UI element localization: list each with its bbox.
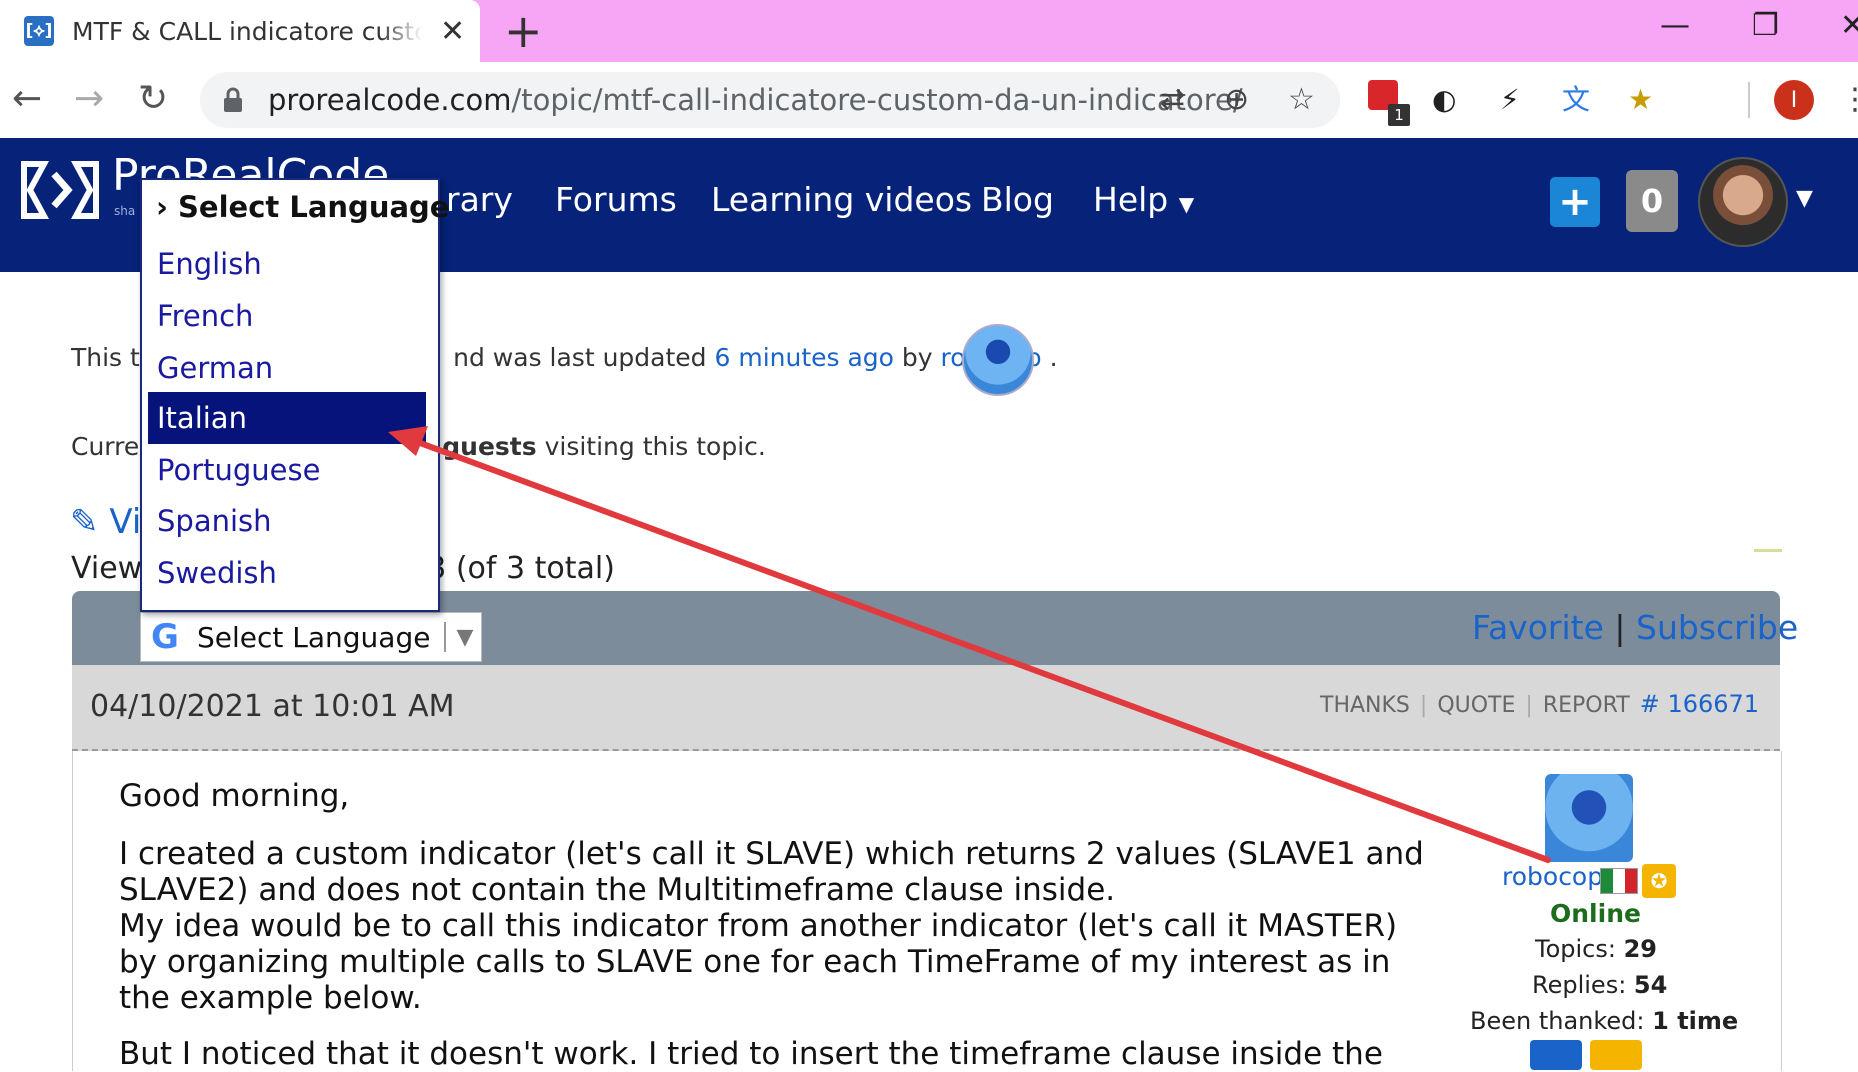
post-date: 04/10/2021 at 10:01 AM <box>90 689 455 724</box>
lightning-icon[interactable]: ⚡ <box>1500 80 1520 120</box>
post-line: Good morning, <box>119 778 350 814</box>
updater-avatar[interactable] <box>962 324 1034 396</box>
lock-icon <box>224 87 242 112</box>
author-thanked: Been thanked: 1 time <box>1470 1007 1739 1035</box>
post-line: the example below. <box>119 980 422 1016</box>
language-option-italian[interactable]: Italian <box>148 392 426 444</box>
report-link[interactable]: REPORT <box>1543 693 1630 718</box>
user-avatar[interactable] <box>1698 157 1788 247</box>
browser-tab-active[interactable]: [⟡] MTF & CALL indicatore custom da un i… <box>0 0 480 62</box>
thanks-link[interactable]: THANKS <box>1320 693 1410 718</box>
quote-link[interactable]: QUOTE <box>1437 693 1515 718</box>
tab-close-icon[interactable]: ✕ <box>440 14 465 49</box>
restore-icon[interactable]: ❐ <box>1752 6 1779 46</box>
post-line: by organizing multiple calls to SLAVE on… <box>119 944 1391 980</box>
language-option-portuguese[interactable]: Portuguese <box>148 444 426 496</box>
author-badge-icon <box>1530 1040 1582 1070</box>
back-icon[interactable]: ← <box>12 76 42 122</box>
minimize-icon[interactable]: — <box>1660 6 1690 46</box>
author-avatar[interactable] <box>1545 774 1633 862</box>
site-favicon-icon: [⟡] <box>24 16 54 46</box>
nav-help[interactable]: Help ▼ <box>1093 178 1194 226</box>
last-updated-link[interactable]: 6 minutes ago <box>714 343 893 372</box>
language-option-english[interactable]: English <box>148 238 426 290</box>
subscribe-link[interactable]: Subscribe <box>1636 608 1798 647</box>
translate-extension-icon[interactable]: 文 <box>1562 80 1590 120</box>
dropdown-arrow-icon: ▼ <box>456 624 474 650</box>
chevron-down-icon: ▼ <box>1178 192 1195 216</box>
profile-avatar[interactable]: I <box>1774 80 1814 120</box>
decorative-line <box>1754 549 1782 552</box>
favorite-link[interactable]: Favorite <box>1472 608 1604 647</box>
forward-icon[interactable]: → <box>74 76 104 122</box>
toolbar-separator <box>1748 82 1750 118</box>
favorite-subscribe-links: Favorite | Subscribe <box>1472 608 1799 647</box>
post-line: My idea would be to call this indicator … <box>119 908 1398 944</box>
author-topics: Topics: 29 <box>1535 935 1657 963</box>
site-logo-tagline: sha <box>114 204 136 218</box>
nav-learning-videos[interactable]: Learning videos <box>711 178 972 222</box>
author-badge-icon <box>1590 1040 1642 1070</box>
award-badge-icon: ✪ <box>1642 864 1676 898</box>
url-text[interactable]: prorealcode.com/topic/mtf-call-indicator… <box>268 80 1243 120</box>
badge-extension-icon[interactable]: ★ <box>1628 80 1653 120</box>
author-name-link[interactable]: robocop <box>1502 862 1603 891</box>
italy-flag-icon <box>1600 868 1638 894</box>
post-line: SLAVE2) and does not contain the Multiti… <box>119 872 1116 908</box>
language-option-french[interactable]: French <box>148 290 426 342</box>
zoom-icon[interactable]: ⊕ <box>1224 80 1249 120</box>
notification-count-button[interactable]: 0 <box>1626 170 1678 232</box>
nav-forums[interactable]: Forums <box>555 178 677 222</box>
author-replies: Replies: 54 <box>1532 971 1668 999</box>
language-option-german[interactable]: German <box>148 342 426 394</box>
browser-menu-icon[interactable]: ⋮ <box>1840 80 1858 120</box>
extension-badge: 1 <box>1388 104 1410 126</box>
user-menu-chevron-icon[interactable]: ▼ <box>1796 186 1813 211</box>
post-line: But I noticed that it doesn't work. I tr… <box>119 1036 1383 1072</box>
google-icon: G <box>151 617 179 657</box>
post-line: I created a custom indicator (let's call… <box>119 836 1424 872</box>
language-option-spanish[interactable]: Spanish <box>148 495 426 547</box>
dark-mode-icon[interactable]: ◐ <box>1432 80 1456 120</box>
site-logo-icon[interactable] <box>16 158 104 222</box>
close-window-icon[interactable]: ✕ <box>1840 6 1858 46</box>
google-translate-select[interactable]: G Select Language ▼ <box>140 612 482 662</box>
post-actions: THANKS | QUOTE | REPORT # 166671 <box>1320 690 1760 718</box>
online-status: Online <box>1550 899 1641 928</box>
post-id-link[interactable]: # 166671 <box>1640 690 1759 718</box>
bookmark-star-icon[interactable]: ☆ <box>1288 80 1315 120</box>
tab-title: MTF & CALL indicatore custom da un indic… <box>72 16 422 46</box>
translate-page-icon[interactable]: ⇄ <box>1160 80 1185 120</box>
paperclip-icon: ✎ <box>70 502 99 542</box>
language-menu-title: › Select Language <box>156 190 450 224</box>
new-tab-icon[interactable]: + <box>504 4 543 58</box>
reload-icon[interactable]: ↻ <box>138 76 168 122</box>
language-option-swedish[interactable]: Swedish <box>148 547 426 599</box>
nav-library[interactable]: rary <box>446 178 513 222</box>
add-topic-button[interactable]: + <box>1550 177 1600 227</box>
translate-select-label: Select Language <box>197 620 431 654</box>
nav-blog[interactable]: Blog <box>981 178 1054 222</box>
select-divider <box>444 622 447 652</box>
